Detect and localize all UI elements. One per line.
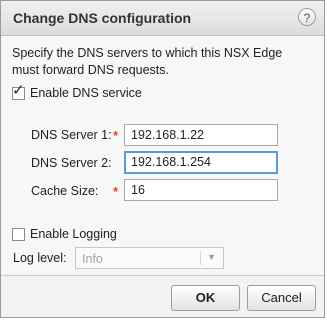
enable-dns-label: Enable DNS service [30,86,142,100]
log-level-value: Info [82,252,103,266]
enable-logging-checkbox[interactable] [12,227,25,241]
enable-logging-label: Enable Logging [30,227,117,241]
log-level-label: Log level: [13,251,67,265]
dialog-title: Change DNS configuration [13,10,192,26]
dialog-titlebar: Change DNS configuration ? [1,1,324,36]
dialog-description: Specify the DNS servers to which this NS… [12,46,283,77]
enable-dns-checkbox[interactable]: ✓ [12,82,25,100]
required-marker: * [113,184,119,199]
cancel-button[interactable]: Cancel [247,285,316,311]
help-icon[interactable]: ? [298,8,316,26]
dns-server-2-input[interactable]: 192.168.1.254 [124,151,278,174]
dns-server-1-label: DNS Server 1: [31,128,112,142]
checkmark-icon: ✓ [12,81,25,99]
change-dns-dialog: Change DNS configuration ? Specify the D… [0,0,325,318]
cache-size-input[interactable]: 16 [124,179,278,201]
cache-size-label: Cache Size: [31,184,99,198]
log-level-select[interactable]: Info ▼ [75,247,224,269]
chevron-down-icon[interactable]: ▼ [207,252,216,262]
dns-server-2-label: DNS Server 2: [31,156,112,170]
dialog-footer: OK Cancel [1,275,324,317]
dns-server-1-input[interactable]: 192.168.1.22 [124,124,278,146]
required-marker: * [113,128,119,143]
dialog-content: Specify the DNS servers to which this NS… [1,36,324,274]
ok-button[interactable]: OK [171,285,240,311]
select-divider [200,251,201,265]
enable-dns-row[interactable]: ✓ Enable DNS service [12,82,142,100]
enable-logging-row[interactable]: Enable Logging [12,227,117,241]
